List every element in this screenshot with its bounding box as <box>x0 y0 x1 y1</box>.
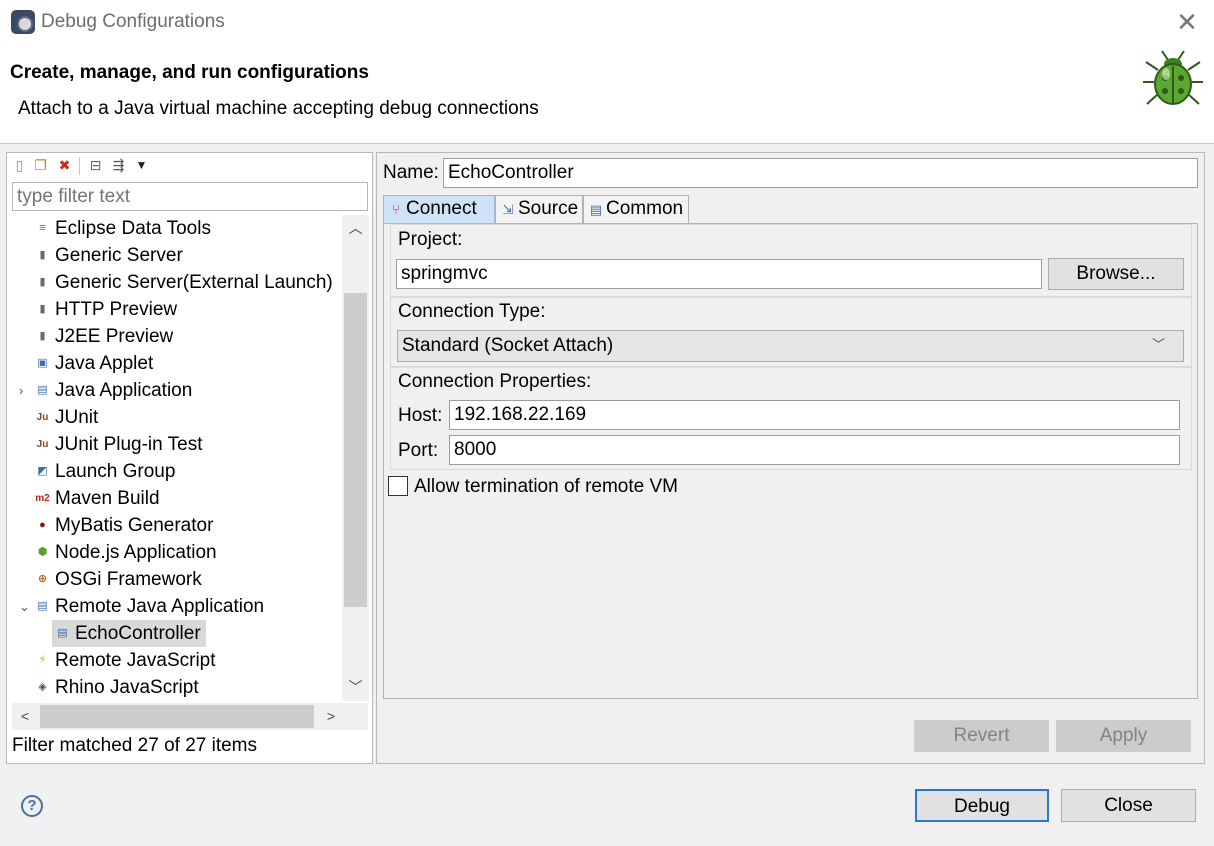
eclipse-icon <box>11 10 35 34</box>
server-icon: ▮ <box>39 330 46 342</box>
mybatis-icon: ● <box>39 519 46 531</box>
delete-icon[interactable]: ✖ <box>57 157 72 173</box>
remote-js-icon: ⚡ <box>38 654 47 666</box>
connection-type-label: Connection Type: <box>398 301 546 322</box>
project-label: Project: <box>398 229 463 250</box>
tab-connect[interactable]: ⑂ Connect <box>383 195 495 223</box>
junit-icon: Ju <box>36 412 49 423</box>
help-icon[interactable]: ? <box>21 795 43 817</box>
connection-type-select[interactable]: Standard (Socket Attach) <box>397 330 1184 362</box>
host-input[interactable] <box>449 400 1180 430</box>
new-config-icon[interactable]: ▯ <box>12 157 27 173</box>
scroll-down-icon[interactable]: ﹀ <box>342 674 369 701</box>
launch-group-icon: ◩ <box>37 465 48 477</box>
remote-java-icon: ▤ <box>57 627 68 639</box>
scrollbar-thumb[interactable] <box>40 705 314 728</box>
server-icon: ▮ <box>39 303 46 315</box>
applet-icon: ▣ <box>37 357 48 369</box>
connect-icon: ⑂ <box>392 202 400 217</box>
header-title: Create, manage, and run configurations <box>10 62 369 83</box>
chevron-down-icon: ﹀ <box>1152 337 1166 352</box>
osgi-icon: ⊕ <box>37 573 48 585</box>
close-button[interactable]: Close <box>1061 789 1196 822</box>
dialog-header: Create, manage, and run configurations A… <box>0 44 1214 144</box>
database-icon: ≡ <box>39 222 46 234</box>
junit-plugin-icon: Ju <box>36 439 49 450</box>
port-label: Port: <box>398 440 439 461</box>
server-icon: ▮ <box>39 276 46 288</box>
revert-button[interactable]: Revert <box>914 720 1049 752</box>
filter-status: Filter matched 27 of 27 items <box>12 735 257 756</box>
tab-source[interactable]: ⇲ Source <box>495 195 583 223</box>
config-tree: ≡ Eclipse Data Tools ▮ Generic Server ▮ … <box>19 218 333 698</box>
window-title: Debug Configurations <box>41 11 225 32</box>
connect-tab-content: Project: Browse... Connection Type: Stan… <box>383 223 1198 699</box>
close-icon[interactable]: ✕ <box>1172 7 1202 37</box>
collapse-all-icon[interactable]: ⊟ <box>88 157 103 173</box>
server-icon: ▮ <box>39 249 46 261</box>
duplicate-icon[interactable]: ❐ <box>33 157 48 173</box>
name-label: Name: <box>383 162 439 183</box>
scroll-up-icon[interactable]: ︿ <box>342 215 369 242</box>
tree-toolbar: ▯ ❐ ✖ ⊟ ⇶ ▼ <box>7 153 372 179</box>
tab-common[interactable]: ▤ Common <box>583 195 689 223</box>
maven-icon: m2 <box>35 493 50 504</box>
allow-termination-label[interactable]: Allow termination of remote VM <box>414 476 678 498</box>
apply-button[interactable]: Apply <box>1056 720 1191 752</box>
port-input[interactable] <box>449 435 1180 465</box>
filter-icon[interactable]: ⇶ <box>111 157 126 173</box>
collapse-chevron-icon[interactable]: ⌄ <box>19 593 30 620</box>
config-editor-panel: Name: ⑂Connect ⇲Source ▤Common Project: … <box>376 152 1205 764</box>
java-app-icon: ▤ <box>37 384 48 396</box>
project-input[interactable] <box>396 259 1042 289</box>
tree-item-echocontroller[interactable]: ▤ EchoController <box>52 620 206 647</box>
scroll-right-icon[interactable]: > <box>318 703 344 730</box>
bug-icon <box>1143 50 1203 105</box>
browse-button[interactable]: Browse... <box>1048 258 1184 290</box>
header-subtitle: Attach to a Java virtual machine accepti… <box>18 98 539 119</box>
allow-termination-checkbox[interactable] <box>388 476 408 496</box>
common-icon: ▤ <box>589 202 603 217</box>
name-input[interactable] <box>443 158 1198 188</box>
toolbar-separator <box>79 157 80 175</box>
rhino-icon: ◈ <box>38 681 47 693</box>
scroll-left-icon[interactable]: < <box>12 703 38 730</box>
debug-button[interactable]: Debug <box>915 789 1049 822</box>
title-bar: Debug Configurations ✕ <box>0 0 1214 44</box>
config-tree-panel: ▯ ❐ ✖ ⊟ ⇶ ▼ ≡ Eclipse Data Tools ▮ Gener… <box>6 152 373 764</box>
expand-chevron-icon[interactable]: › <box>19 377 23 404</box>
tree-horizontal-scrollbar[interactable]: < > <box>12 703 368 730</box>
nodejs-icon: ⬢ <box>37 546 48 558</box>
host-label: Host: <box>398 405 443 426</box>
view-menu-icon[interactable]: ▼ <box>134 157 149 173</box>
connection-properties-label: Connection Properties: <box>398 371 592 392</box>
scrollbar-thumb[interactable] <box>344 293 367 607</box>
config-tabs: ⑂ Connect ⇲ Source ▤ Common <box>383 193 1198 223</box>
source-icon: ⇲ <box>502 202 514 217</box>
tree-vertical-scrollbar[interactable]: ︿ ﹀ <box>342 215 369 701</box>
filter-input[interactable] <box>12 182 368 211</box>
remote-java-icon: ▤ <box>37 600 48 612</box>
